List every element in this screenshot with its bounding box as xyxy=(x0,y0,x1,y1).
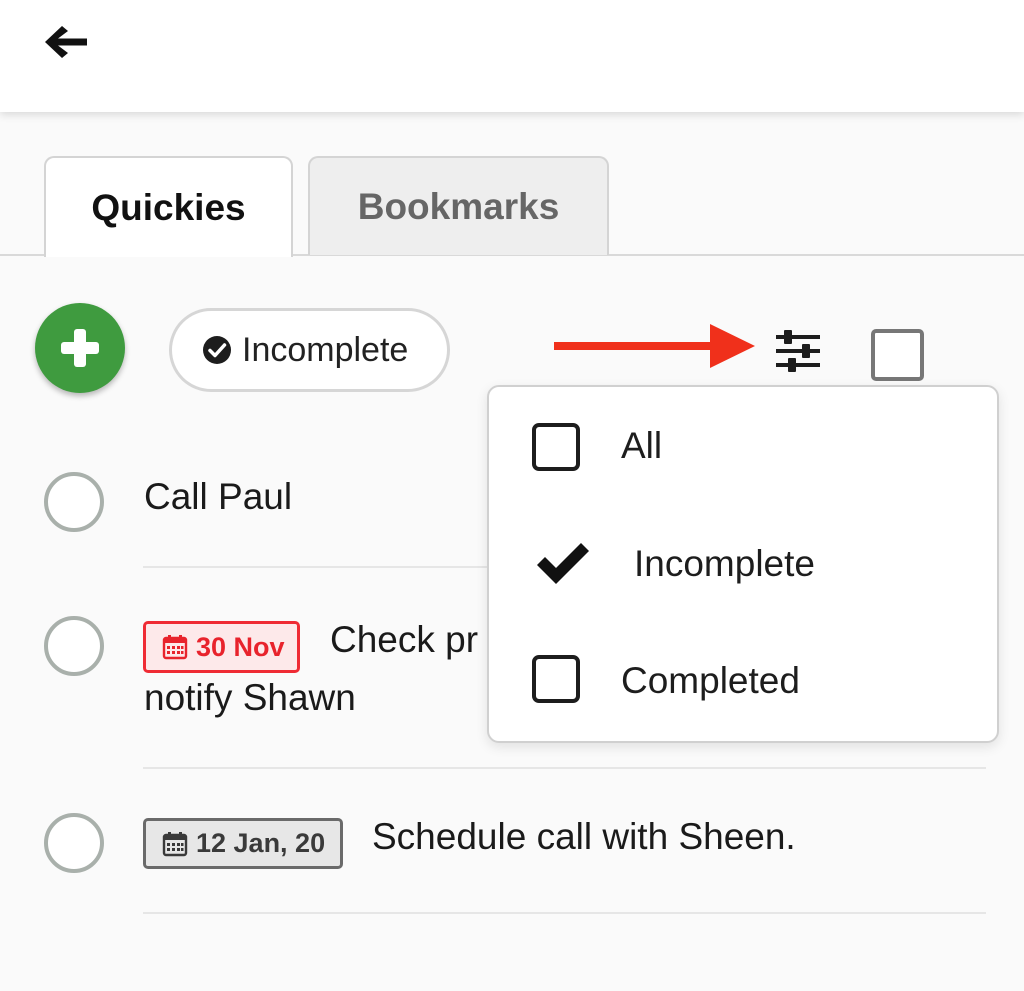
tab-quickies[interactable]: Quickies xyxy=(44,156,293,257)
filter-chip[interactable]: Incomplete xyxy=(169,308,450,392)
checkbox-empty-icon xyxy=(532,423,580,471)
tab-quickies-label: Quickies xyxy=(91,186,246,228)
due-date-badge: 30 Nov xyxy=(143,621,300,673)
checkbox-empty-icon xyxy=(532,655,580,703)
due-date-text: 12 Jan, 20 xyxy=(196,828,326,858)
due-date-badge: 12 Jan, 20 xyxy=(143,818,343,869)
task-title-line-2[interactable]: notify Shawn xyxy=(144,669,356,727)
task-title[interactable]: Call Paul xyxy=(144,468,292,526)
calendar-icon xyxy=(162,635,188,660)
plus-icon xyxy=(61,329,99,367)
task-title[interactable]: Schedule call with Sheen. xyxy=(372,808,796,866)
filter-dropdown-menu: All Incomplete Completed xyxy=(487,385,999,743)
task-divider xyxy=(143,912,986,914)
filter-option-label: All xyxy=(621,425,663,466)
task-complete-toggle[interactable] xyxy=(44,472,104,532)
filter-option-completed[interactable]: Completed xyxy=(489,627,997,737)
tab-bookmarks[interactable]: Bookmarks xyxy=(308,156,609,255)
back-button[interactable] xyxy=(36,18,96,66)
filter-option-all[interactable]: All xyxy=(489,391,997,501)
task-complete-toggle[interactable] xyxy=(44,616,104,676)
filter-option-incomplete[interactable]: Incomplete xyxy=(489,509,997,619)
filter-chip-label: Incomplete xyxy=(242,330,409,369)
arrow-left-icon xyxy=(45,26,87,58)
filter-option-label: Incomplete xyxy=(634,543,815,584)
check-circle-icon xyxy=(203,336,231,364)
task-divider xyxy=(143,767,986,769)
task-title[interactable]: Check pr xyxy=(330,611,478,669)
calendar-icon xyxy=(162,831,188,856)
app-bar xyxy=(0,0,1024,112)
add-task-button[interactable] xyxy=(35,303,125,393)
due-date-text: 30 Nov xyxy=(196,631,285,662)
checkmark-icon xyxy=(537,543,589,584)
sliders-icon xyxy=(776,330,820,372)
filter-option-label: Completed xyxy=(621,660,800,701)
select-all-checkbox[interactable] xyxy=(871,329,924,381)
tab-bookmarks-label: Bookmarks xyxy=(357,185,560,227)
task-complete-toggle[interactable] xyxy=(44,813,104,873)
filter-options-button[interactable] xyxy=(770,326,826,376)
annotation-arrow xyxy=(554,324,755,368)
